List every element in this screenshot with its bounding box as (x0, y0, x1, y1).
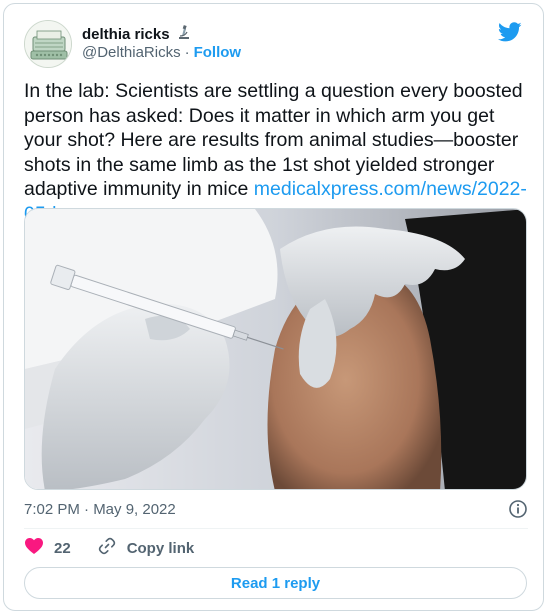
like-count: 22 (54, 539, 71, 557)
tweet-header: delthia ricks @DelthiaRicks · Follow (24, 20, 524, 68)
copy-link-label: Copy link (126, 539, 195, 557)
author-name[interactable]: delthia ricks (82, 26, 170, 43)
tweet-timestamp[interactable]: 7:02 PM · May 9, 2022 (24, 501, 176, 518)
like-button[interactable]: 22 (24, 537, 71, 559)
copy-link-button[interactable]: Copy link (97, 536, 195, 560)
separator-dot: · (184, 44, 190, 61)
author-handle[interactable]: @DelthiaRicks (82, 44, 181, 61)
author-name-row: delthia ricks (82, 24, 192, 45)
info-icon[interactable] (508, 499, 528, 519)
action-bar: 22 Copy link (24, 536, 220, 560)
tweet-text: In the lab: Scientists are settling a qu… (24, 79, 529, 226)
heart-icon (24, 537, 44, 559)
author-handle-row: @DelthiaRicks · Follow (82, 44, 241, 61)
twitter-bird-icon[interactable] (497, 20, 522, 44)
divider (24, 528, 528, 529)
microscope-icon (176, 24, 192, 45)
avatar[interactable] (24, 20, 72, 68)
follow-button[interactable]: Follow (194, 44, 242, 61)
link-icon (97, 536, 117, 560)
timestamp-row: 7:02 PM · May 9, 2022 (24, 498, 528, 520)
tweet-card: delthia ricks @DelthiaRicks · Follow In … (3, 3, 544, 611)
tweet-photo[interactable] (24, 208, 527, 490)
read-replies-button[interactable]: Read 1 reply (24, 567, 527, 599)
